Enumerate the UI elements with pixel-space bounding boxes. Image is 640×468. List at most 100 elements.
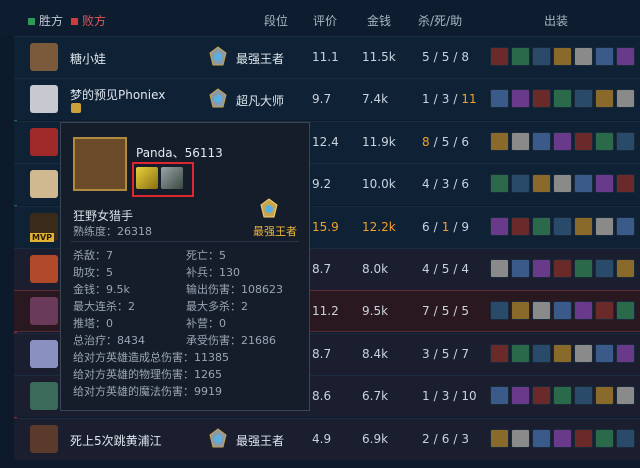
item-icon[interactable] xyxy=(595,343,614,363)
player-name[interactable]: 梦的预见Phoniex xyxy=(70,86,165,103)
item-icon[interactable] xyxy=(574,259,593,278)
col-rating: 评价 xyxy=(313,14,338,28)
item-slots xyxy=(490,131,635,151)
gold-value: 11.5k xyxy=(362,50,396,64)
item-icon[interactable] xyxy=(595,259,614,278)
popup-stat: 金钱：9.5k xyxy=(73,283,130,296)
item-icon[interactable] xyxy=(553,259,572,278)
item-icon[interactable] xyxy=(574,428,593,448)
item-icon[interactable] xyxy=(616,343,635,363)
item-icon[interactable] xyxy=(532,343,551,363)
player-row[interactable]: 死上5次跳黄浦江 最强王者 4.9 6.9k 2/6/3 xyxy=(14,417,640,460)
player-row[interactable]: 梦的预见Phoniex 超凡大师 9.7 7.4k 1/3/11 xyxy=(14,78,640,121)
player-name[interactable]: 死上5次跳黄浦江 xyxy=(70,432,162,449)
item-icon[interactable] xyxy=(532,89,551,109)
item-icon[interactable] xyxy=(574,301,593,321)
item-icon[interactable] xyxy=(490,131,509,151)
item-icon[interactable] xyxy=(511,89,530,109)
item-icon[interactable] xyxy=(490,174,509,194)
item-icon[interactable] xyxy=(511,174,530,194)
champion-avatar[interactable] xyxy=(30,424,58,453)
item-icon[interactable] xyxy=(553,131,572,151)
item-icon[interactable] xyxy=(532,259,551,278)
player-name[interactable]: 糖小娃 xyxy=(70,50,106,67)
champion-avatar[interactable] xyxy=(30,339,58,368)
item-icon[interactable] xyxy=(532,428,551,448)
item-slots xyxy=(490,47,635,66)
item-icon[interactable] xyxy=(490,47,509,66)
item-icon[interactable] xyxy=(553,89,572,109)
item-icon[interactable] xyxy=(595,89,614,109)
rank-label: 最强王者 xyxy=(236,52,285,66)
popup-damage-stat: 给对方英雄的魔法伤害：9919 xyxy=(73,385,222,398)
item-icon[interactable] xyxy=(616,174,635,194)
item-icon[interactable] xyxy=(595,301,614,321)
item-icon[interactable] xyxy=(574,89,593,109)
item-icon[interactable] xyxy=(553,47,572,66)
champion-avatar[interactable] xyxy=(30,255,58,283)
kda-value: 8/5/6 xyxy=(422,134,470,149)
item-icon[interactable] xyxy=(511,47,530,66)
champion-avatar[interactable] xyxy=(30,297,58,326)
item-icon[interactable] xyxy=(616,301,635,321)
item-icon[interactable] xyxy=(553,386,572,406)
item-slots xyxy=(490,174,635,194)
item-icon[interactable] xyxy=(574,174,593,194)
item-icon[interactable] xyxy=(595,386,614,406)
rating-value: 9.2 xyxy=(312,177,332,192)
item-icon[interactable] xyxy=(595,428,614,448)
item-icon[interactable] xyxy=(616,131,635,151)
item-icon[interactable] xyxy=(532,47,551,66)
item-icon[interactable] xyxy=(595,47,614,66)
item-icon[interactable] xyxy=(616,89,635,109)
item-icon[interactable] xyxy=(553,174,572,194)
item-icon[interactable] xyxy=(553,216,572,236)
item-icon[interactable] xyxy=(553,343,572,363)
popup-stat: 最大多杀：2 xyxy=(186,300,248,313)
item-icon[interactable] xyxy=(616,428,635,448)
item-icon[interactable] xyxy=(616,259,635,278)
item-icon[interactable] xyxy=(511,386,530,406)
item-icon[interactable] xyxy=(574,216,593,236)
item-icon[interactable] xyxy=(511,343,530,363)
item-icon[interactable] xyxy=(574,386,593,406)
summoner-spell-smite-icon[interactable] xyxy=(136,167,158,189)
item-icon[interactable] xyxy=(490,428,509,448)
item-icon[interactable] xyxy=(490,216,509,236)
item-icon[interactable] xyxy=(532,216,551,236)
item-icon[interactable] xyxy=(616,47,635,66)
item-icon[interactable] xyxy=(553,301,572,321)
item-icon[interactable] xyxy=(532,174,551,194)
item-icon[interactable] xyxy=(490,386,509,406)
champion-avatar[interactable] xyxy=(30,170,58,199)
item-icon[interactable] xyxy=(490,259,509,278)
popup-stat: 补兵：130 xyxy=(186,266,240,279)
kda-value: 1/3/10 xyxy=(422,389,477,404)
champion-avatar[interactable] xyxy=(30,382,58,411)
champion-avatar[interactable] xyxy=(30,85,58,114)
item-icon[interactable] xyxy=(511,259,530,278)
item-icon[interactable] xyxy=(574,343,593,363)
item-icon[interactable] xyxy=(532,131,551,151)
champion-avatar[interactable] xyxy=(30,127,58,156)
item-icon[interactable] xyxy=(595,216,614,236)
item-icon[interactable] xyxy=(511,428,530,448)
item-icon[interactable] xyxy=(511,216,530,236)
item-icon[interactable] xyxy=(553,428,572,448)
item-icon[interactable] xyxy=(616,216,635,236)
item-icon[interactable] xyxy=(595,174,614,194)
summoner-spell-flash-icon[interactable] xyxy=(161,167,183,189)
item-icon[interactable] xyxy=(595,131,614,151)
item-icon[interactable] xyxy=(490,301,509,321)
item-icon[interactable] xyxy=(490,89,509,109)
player-row[interactable]: 糖小娃 最强王者 11.1 11.5k 5/5/8 xyxy=(14,36,640,78)
item-icon[interactable] xyxy=(511,301,530,321)
item-icon[interactable] xyxy=(574,47,593,66)
item-icon[interactable] xyxy=(511,131,530,151)
item-icon[interactable] xyxy=(532,301,551,321)
item-icon[interactable] xyxy=(616,386,635,406)
item-icon[interactable] xyxy=(574,131,593,151)
item-icon[interactable] xyxy=(532,386,551,406)
item-icon[interactable] xyxy=(490,343,509,363)
champion-avatar[interactable] xyxy=(30,43,58,71)
